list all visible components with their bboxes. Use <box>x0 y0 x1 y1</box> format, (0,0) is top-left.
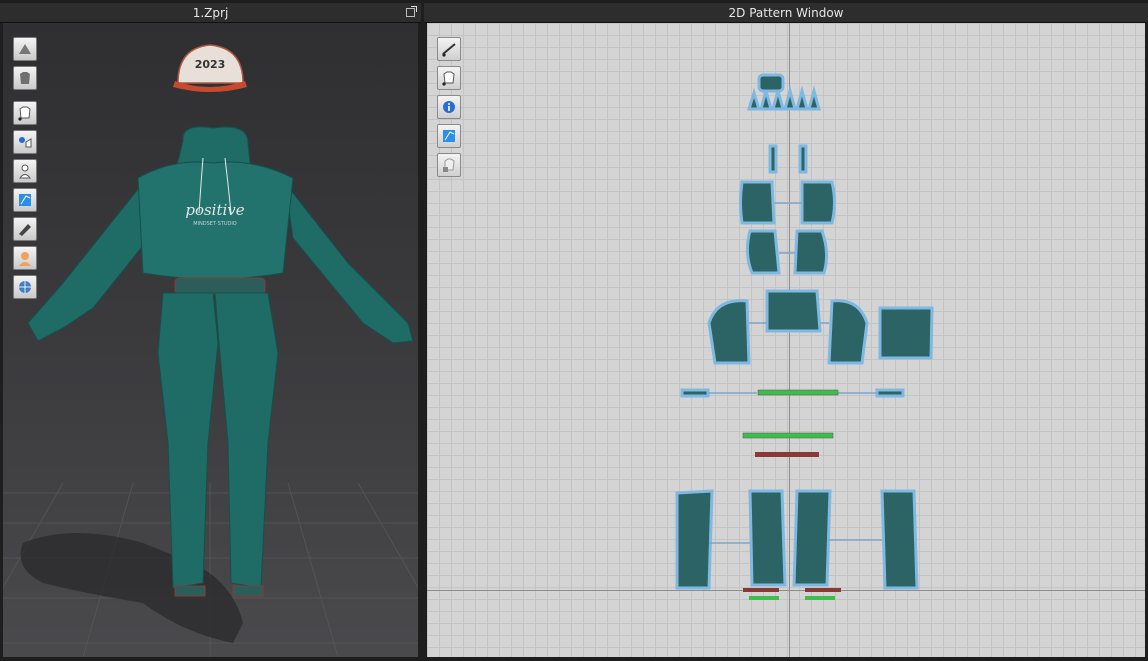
left-cuff <box>174 585 206 597</box>
texture-2d-icon[interactable] <box>437 124 461 148</box>
3d-window-header: 1.Zprj <box>0 3 421 23</box>
cap-pieces <box>746 73 821 111</box>
pattern-hood-right <box>798 144 808 174</box>
3d-toolbar <box>13 37 37 304</box>
show-garment-icon[interactable] <box>437 66 461 90</box>
show-avatar-icon[interactable] <box>13 159 37 183</box>
pattern-canvas <box>675 73 934 600</box>
right-cuff <box>232 585 264 597</box>
3d-window-title: 1.Zprj <box>192 5 229 20</box>
pattern-pants-2 <box>748 489 787 587</box>
pants-waistband <box>174 277 266 295</box>
pattern-cuff-left <box>680 388 710 398</box>
material-view-icon[interactable] <box>13 217 37 241</box>
leg-cuff-strip-3 <box>749 596 779 600</box>
pattern-piece-1 <box>739 180 776 225</box>
pattern-hood-left <box>768 144 778 174</box>
pattern-sleeve-left <box>707 299 751 365</box>
pattern-info-icon[interactable] <box>437 95 461 119</box>
avatar-skin-icon[interactable] <box>13 246 37 270</box>
2d-window-title: 2D Pattern Window <box>728 5 844 20</box>
pattern-cuff-right <box>875 388 905 398</box>
render-tool-icon[interactable] <box>13 37 37 61</box>
2d-pattern-window: 2D Pattern Window <box>424 0 1148 661</box>
pattern-piece-3 <box>745 229 781 275</box>
pattern-pants-1 <box>675 489 714 590</box>
environment-icon[interactable] <box>13 275 37 299</box>
3d-window: 1.Zprj 2023 positive MINDSET·STUDIO <box>0 0 421 661</box>
waistband-strip-2 <box>742 432 834 439</box>
pattern-piece-2 <box>800 180 836 225</box>
leg-cuff-strip-1 <box>743 588 779 592</box>
3d-viewport[interactable]: 2023 positive MINDSET·STUDIO <box>3 23 418 657</box>
cap-text: 2023 <box>195 58 226 71</box>
pattern-pants-3 <box>792 489 832 587</box>
right-sleeve <box>284 181 414 344</box>
pattern-back <box>878 306 934 360</box>
pants-right-leg <box>214 292 279 589</box>
pattern-front <box>765 289 822 333</box>
pattern-sleeve-right <box>827 299 869 365</box>
leg-cuff-strip-4 <box>805 596 835 600</box>
show-garment-icon[interactable] <box>13 101 37 125</box>
2d-toolbar <box>437 37 461 182</box>
popout-icon[interactable] <box>406 6 417 17</box>
waistband-strip <box>757 389 839 396</box>
2d-window-header: 2D Pattern Window <box>424 3 1148 23</box>
drawstring-strip <box>755 452 819 457</box>
show-pins-icon[interactable] <box>13 130 37 154</box>
pattern-pants-4 <box>880 489 919 590</box>
leg-cuff-strip-2 <box>805 588 841 592</box>
hoodie-print-text: positive <box>185 201 244 219</box>
2d-viewport[interactable] <box>427 23 1145 657</box>
show-baseline-icon[interactable] <box>437 37 461 61</box>
lock-garment-icon[interactable] <box>437 153 461 177</box>
hoodie-print-subtext: MINDSET·STUDIO <box>193 221 237 227</box>
texture-view-icon[interactable] <box>13 188 37 212</box>
garment-display-icon[interactable] <box>13 66 37 90</box>
pants-left-leg <box>157 292 219 589</box>
left-sleeve <box>27 181 154 342</box>
3d-scene: 2023 positive MINDSET·STUDIO <box>3 44 418 657</box>
pattern-piece-4 <box>793 229 829 275</box>
